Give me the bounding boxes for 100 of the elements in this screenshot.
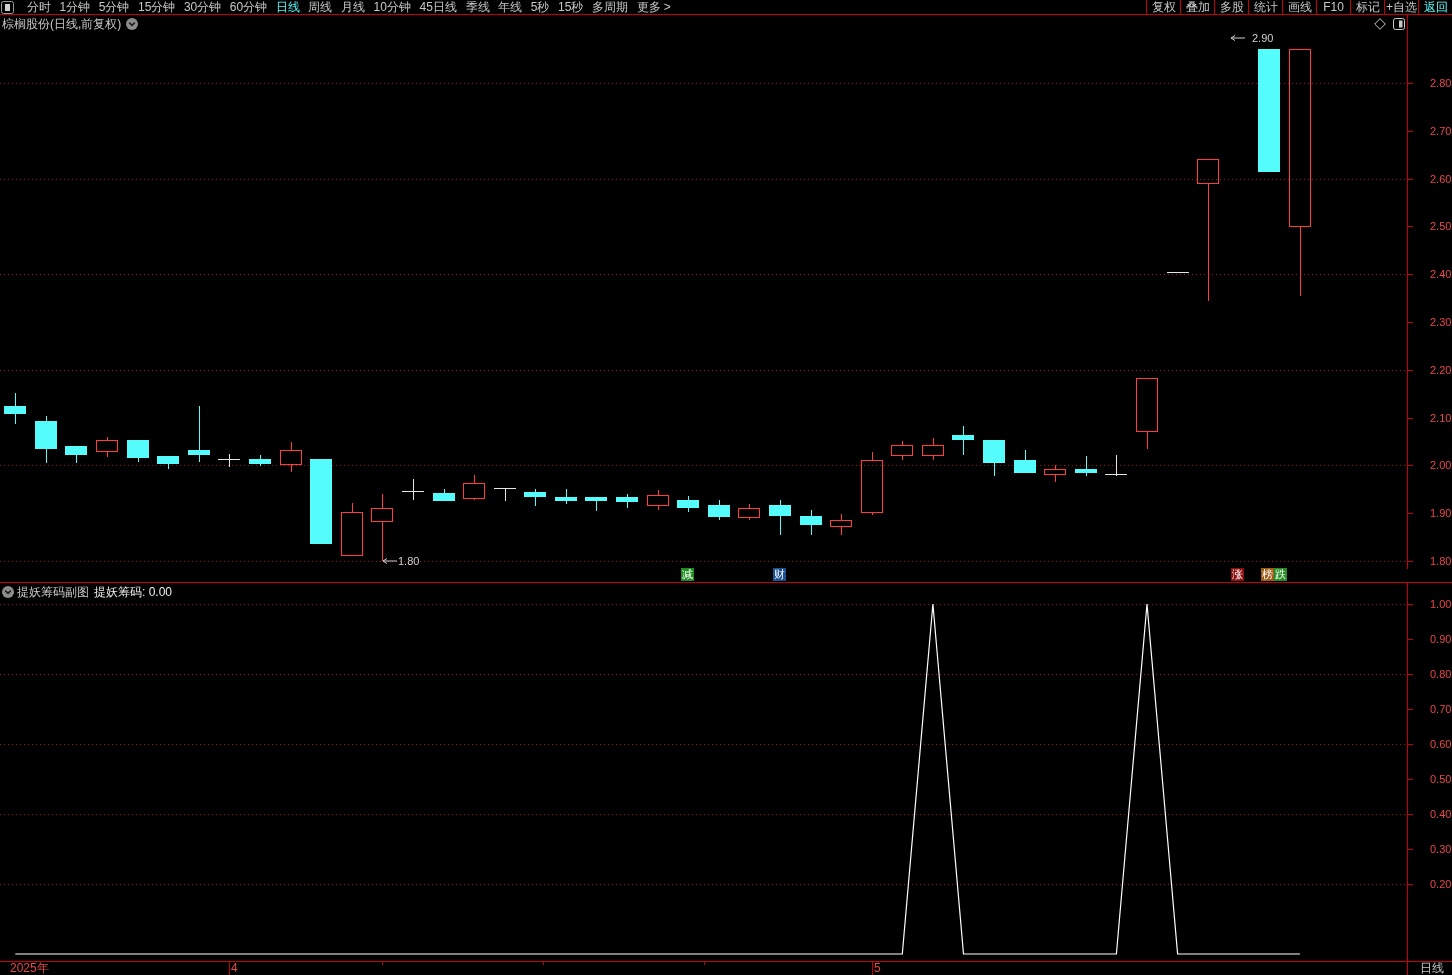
candlestick	[157, 455, 179, 470]
candlestick	[401, 478, 425, 501]
candlestick	[1075, 455, 1097, 477]
candlestick	[217, 453, 241, 468]
candlestick	[127, 439, 149, 463]
candlestick	[463, 474, 485, 501]
period-tab[interactable]: 分时	[22, 0, 56, 14]
toolbar-button[interactable]: +自选	[1384, 0, 1418, 14]
price-axis-label: 2.20	[1430, 363, 1452, 376]
candlestick	[4, 392, 26, 425]
indicator-legend: 提妖筹码: 0.00	[94, 585, 173, 599]
axis-tick-label: 0.90	[1430, 633, 1452, 645]
chart-title: 棕榈股份(日线,前复权)	[2, 17, 122, 31]
chevron-down-icon[interactable]	[2, 586, 14, 598]
candlestick	[738, 503, 760, 521]
price-marker-label: 1.80	[398, 555, 420, 567]
candlestick	[861, 451, 883, 516]
candlestick	[1136, 378, 1158, 450]
event-tag[interactable]: 跌	[1274, 568, 1287, 581]
event-tag[interactable]: 涨	[1231, 568, 1244, 581]
period-tab[interactable]: 5秒	[526, 0, 554, 14]
axis-tick-label: 0.40	[1430, 808, 1452, 820]
period-tab[interactable]: 季线	[461, 0, 494, 14]
toolbar-button[interactable]: 多股	[1214, 0, 1248, 14]
panel-icon[interactable]	[1393, 18, 1405, 30]
price-axis-label: 2.60	[1430, 172, 1452, 185]
date-axis-label: 2025年	[10, 962, 49, 975]
axis-tick-label: 0.30	[1430, 843, 1452, 855]
price-axis-label: 2.30	[1430, 316, 1452, 328]
event-tag[interactable]: 减	[681, 568, 694, 581]
period-tab[interactable]: 10分钟	[369, 0, 416, 14]
candlestick	[769, 499, 791, 536]
candlestick	[433, 488, 455, 502]
toolbar-button[interactable]: F10	[1316, 0, 1350, 14]
period-tab[interactable]: 30分钟	[179, 0, 226, 14]
candlestick	[555, 488, 577, 505]
price-axis-label: 2.10	[1430, 411, 1452, 424]
period-tab[interactable]: 1分钟	[55, 0, 95, 14]
candlestick	[1104, 454, 1128, 477]
period-tab[interactable]: 45日线	[415, 0, 462, 14]
candlestick	[983, 439, 1005, 477]
toolbar-button[interactable]: 返回	[1418, 0, 1452, 14]
candlestick	[677, 495, 699, 513]
axis-tick-label: 0.60	[1430, 738, 1452, 750]
price-axis-label: 2.40	[1430, 268, 1452, 281]
event-tag[interactable]: 榜	[1261, 568, 1274, 581]
arrow-icon	[382, 558, 398, 564]
period-tab[interactable]: 5分钟	[94, 0, 134, 14]
candlestick	[249, 454, 271, 467]
candlestick	[830, 513, 852, 536]
candlestick	[35, 415, 57, 464]
candlestick	[1166, 272, 1190, 273]
toolbar-button[interactable]: 标记	[1350, 0, 1384, 14]
candlestick	[647, 489, 669, 511]
period-tab[interactable]: 15分钟	[133, 0, 180, 14]
period-tab[interactable]: 年线	[493, 0, 527, 14]
candlestick	[616, 493, 638, 509]
date-axis-label: 4	[231, 962, 238, 975]
price-marker-label: 2.90	[1252, 32, 1274, 44]
axis-tick-label: 0.70	[1430, 703, 1452, 715]
candlestick	[922, 437, 944, 461]
candlestick	[800, 509, 822, 536]
event-tag[interactable]: 财	[773, 568, 786, 581]
period-tab[interactable]: 月线	[336, 0, 370, 14]
toolbar-button[interactable]: 叠加	[1180, 0, 1214, 14]
candlestick	[188, 405, 210, 463]
chevron-down-icon[interactable]	[126, 18, 139, 30]
toolbar-button[interactable]: 复权	[1146, 0, 1180, 14]
price-axis-label: 1.80	[1430, 555, 1452, 567]
candlestick	[952, 425, 974, 456]
candlestick	[585, 496, 607, 512]
axis-tick-label: 0.80	[1430, 668, 1452, 680]
price-axis-label: 2.50	[1430, 220, 1452, 233]
candlestick	[524, 488, 546, 507]
candlestick	[371, 493, 393, 562]
period-label: 日线	[1407, 962, 1452, 975]
price-axis-label: 2.70	[1430, 124, 1452, 137]
indicator-title: 提妖筹码副图	[17, 585, 89, 599]
period-tab[interactable]: 60分钟	[225, 0, 272, 14]
axis-tick-label: 1.00	[1430, 598, 1452, 610]
period-tab[interactable]: 多周期	[587, 0, 633, 14]
candlestick	[341, 502, 363, 556]
candlestick	[280, 441, 302, 473]
candlestick	[493, 487, 517, 502]
candlestick	[891, 440, 913, 461]
price-axis-label: 1.90	[1430, 507, 1452, 520]
date-axis-label: 5	[874, 962, 881, 975]
toolbar-button[interactable]: 画线	[1282, 0, 1316, 14]
price-axis-label: 2.00	[1430, 459, 1452, 472]
period-tab[interactable]: 更多 >	[632, 0, 676, 14]
period-tab[interactable]: 周线	[304, 0, 337, 14]
price-axis-label: 2.80	[1430, 77, 1452, 89]
candlestick	[1044, 464, 1066, 483]
panel-icon[interactable]	[1, 0, 14, 14]
period-tab[interactable]: 15秒	[553, 0, 588, 14]
toolbar-button[interactable]: 统计	[1248, 0, 1282, 14]
candlestick	[708, 499, 730, 521]
period-tab[interactable]: 日线	[271, 0, 305, 14]
diamond-icon[interactable]	[1374, 18, 1386, 30]
arrow-icon	[1230, 35, 1246, 41]
